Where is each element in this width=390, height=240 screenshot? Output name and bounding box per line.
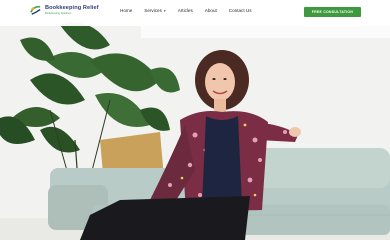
- nav-about-label: About: [204, 8, 217, 13]
- nav-services[interactable]: Services ▾: [144, 8, 165, 13]
- chevron-down-icon: ▾: [163, 8, 166, 13]
- nav-services-label: Services: [144, 8, 162, 13]
- site-header: Bookkeeping Relief Bookkeeping Solutions…: [0, 0, 390, 26]
- logo-icon: [30, 5, 41, 15]
- brand-tagline: Bookkeeping Solutions: [45, 11, 72, 15]
- header-dropdown-strip: [141, 26, 390, 38]
- nav-articles-label: Articles: [177, 8, 193, 13]
- nav-articles[interactable]: Articles: [178, 8, 193, 13]
- nav-home-label: Home: [120, 8, 133, 13]
- logo[interactable]: Bookkeeping Relief Bookkeeping Solutions: [29, 4, 99, 17]
- nav-contact-label: Contact Us: [228, 8, 252, 13]
- brand-name: Bookkeeping Relief: [45, 4, 99, 11]
- nav-contact[interactable]: Contact Us: [229, 8, 252, 13]
- nav-about[interactable]: About: [205, 8, 217, 13]
- nav-home[interactable]: Home: [120, 8, 132, 13]
- main-nav: Home Services ▾ Articles About Contact Us: [120, 8, 264, 13]
- free-consultation-button[interactable]: FREE CONSULTATION: [304, 7, 361, 17]
